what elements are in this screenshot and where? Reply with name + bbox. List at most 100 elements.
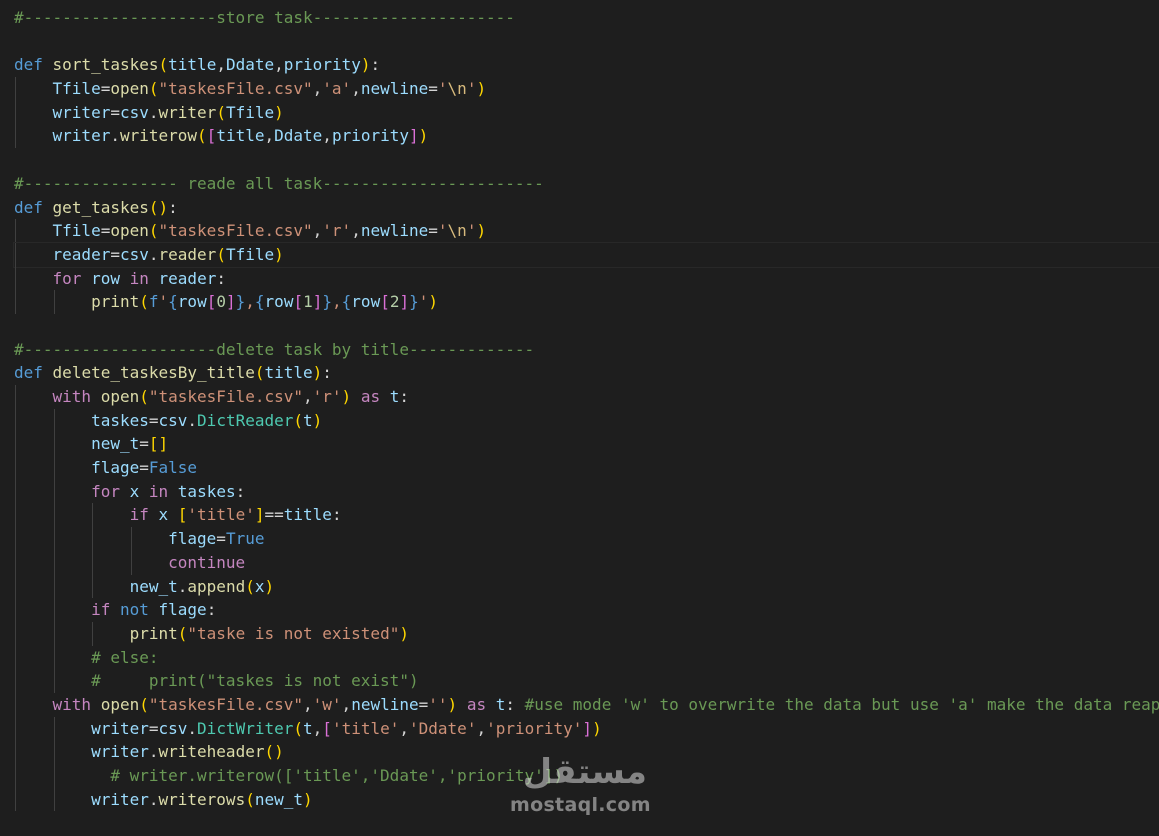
- code-line[interactable]: new_t=[]: [14, 432, 1159, 457]
- code-token: ]: [254, 505, 265, 525]
- code-token: csv: [158, 410, 188, 430]
- code-line[interactable]: Tfile=open("taskesFile.csv",'r',newline=…: [14, 219, 1159, 243]
- code-line[interactable]: def sort_taskes(title,Ddate,priority):: [14, 53, 1159, 77]
- indentation: [14, 505, 130, 524]
- code-line[interactable]: flage=True: [14, 527, 1159, 551]
- code-token: []: [148, 434, 169, 454]
- code-line[interactable]: if not flage:: [14, 598, 1159, 622]
- code-token: # else:: [91, 647, 159, 667]
- code-line[interactable]: writer.writerows(new_t): [14, 787, 1159, 812]
- code-token: ]: [582, 718, 593, 738]
- code-token: (: [139, 292, 149, 312]
- code-token: f: [148, 292, 159, 312]
- code-line[interactable]: [14, 314, 1159, 338]
- code-lines[interactable]: #--------------------store task---------…: [12, 6, 1159, 812]
- code-token: sort_taskes: [52, 55, 159, 75]
- code-token: 1: [303, 292, 313, 312]
- code-token: ): [418, 126, 429, 146]
- indent-guide: [15, 740, 16, 764]
- code-line[interactable]: # else:: [14, 645, 1159, 670]
- code-token: 'r': [312, 387, 342, 406]
- code-token: #use mode 'w' to overwrite the data but …: [524, 694, 1159, 714]
- code-token: title: [168, 55, 217, 75]
- code-line[interactable]: flage=False: [14, 456, 1159, 480]
- code-line[interactable]: # print("taskes is not exist"): [14, 669, 1159, 693]
- code-token: {: [168, 292, 178, 312]
- code-line[interactable]: writer=csv.DictWriter(t,['title','Ddate'…: [14, 716, 1159, 741]
- code-token: ,: [264, 126, 275, 146]
- code-line[interactable]: continue: [14, 550, 1159, 575]
- code-token: ): [476, 79, 487, 99]
- code-line[interactable]: writer.writerow([title,Ddate,priority]): [14, 124, 1159, 149]
- code-token: ,: [351, 79, 361, 99]
- code-token: not: [119, 600, 149, 620]
- indent-guide: [15, 266, 16, 291]
- code-token: .: [148, 742, 159, 762]
- code-token: open: [110, 221, 149, 241]
- code-token: for: [52, 268, 82, 288]
- indent-guide: [15, 432, 16, 457]
- code-line[interactable]: writer=csv.writer(Tfile): [14, 100, 1159, 125]
- indent-guide: [15, 716, 16, 741]
- code-token: :: [505, 694, 525, 714]
- code-line[interactable]: def get_taskes():: [14, 196, 1159, 220]
- code-line[interactable]: #--------------------delete task by titl…: [14, 338, 1159, 362]
- code-line[interactable]: for row in reader:: [14, 266, 1159, 291]
- code-line[interactable]: #--------------------store task---------…: [14, 6, 1159, 30]
- code-line[interactable]: with open("taskesFile.csv",'w',newline='…: [14, 692, 1159, 717]
- code-token: writerow: [119, 126, 198, 146]
- code-token: 'priority': [486, 718, 583, 738]
- indent-guide: [15, 621, 16, 646]
- code-token: Tfile: [52, 79, 101, 99]
- code-token: with: [52, 387, 92, 406]
- code-token: priority: [283, 55, 361, 75]
- code-line[interactable]: with open("taskesFile.csv",'r') as t:: [14, 385, 1159, 409]
- code-token: ,: [341, 694, 352, 714]
- code-token: (: [245, 789, 255, 809]
- code-token: # print("taskes is not exist"): [91, 671, 419, 691]
- code-token: writeheader: [158, 742, 265, 762]
- code-line[interactable]: #---------------- reade all task--------…: [14, 172, 1159, 196]
- code-token: ,: [312, 718, 323, 738]
- code-token: priority: [331, 126, 409, 146]
- code-token: ): [312, 363, 323, 383]
- code-token: False: [148, 458, 198, 478]
- indentation: [14, 245, 53, 264]
- indent-guide: [15, 692, 16, 717]
- code-line[interactable]: print(f'{row[0]},{row[1]},{row[2]}'): [14, 290, 1159, 314]
- code-token: True: [225, 529, 265, 549]
- code-line[interactable]: # writer.writerow(['title','Ddate','prio…: [14, 764, 1159, 788]
- code-line[interactable]: writer.writeheader(): [14, 740, 1159, 764]
- code-line[interactable]: Tfile=open("taskesFile.csv",'a',newline=…: [14, 77, 1159, 101]
- indent-guide: [15, 669, 16, 693]
- indent-guide: [15, 385, 16, 409]
- code-line[interactable]: if x ['title']==title:: [14, 503, 1159, 528]
- code-line[interactable]: taskes=csv.DictReader(t): [14, 408, 1159, 433]
- indentation: [14, 766, 110, 785]
- code-line[interactable]: print("taske is not existed"): [14, 621, 1159, 646]
- code-token: =: [148, 410, 159, 430]
- code-line[interactable]: for x in taskes:: [14, 479, 1159, 504]
- code-token: #--------------------store task---------…: [14, 8, 515, 27]
- code-token: =: [139, 434, 149, 454]
- code-token: (: [158, 55, 169, 75]
- indent-guide: [53, 527, 55, 551]
- code-line[interactable]: reader=csv.reader(Tfile): [12, 241, 1159, 268]
- code-line[interactable]: [14, 30, 1159, 54]
- code-token: new_t: [254, 789, 304, 809]
- code-token: writer: [52, 102, 111, 122]
- code-editor[interactable]: #--------------------store task---------…: [0, 0, 1159, 836]
- code-token: (): [264, 742, 284, 762]
- code-token: ,: [399, 718, 410, 738]
- indent-guide: [15, 645, 16, 670]
- code-token: continue: [168, 552, 246, 572]
- code-token: for: [91, 481, 120, 501]
- code-line[interactable]: [14, 148, 1159, 172]
- code-line[interactable]: def delete_taskesBy_title(title):: [14, 361, 1159, 385]
- code-token: .: [187, 718, 198, 738]
- code-line[interactable]: new_t.append(x): [14, 574, 1159, 599]
- code-token: ]: [409, 126, 419, 146]
